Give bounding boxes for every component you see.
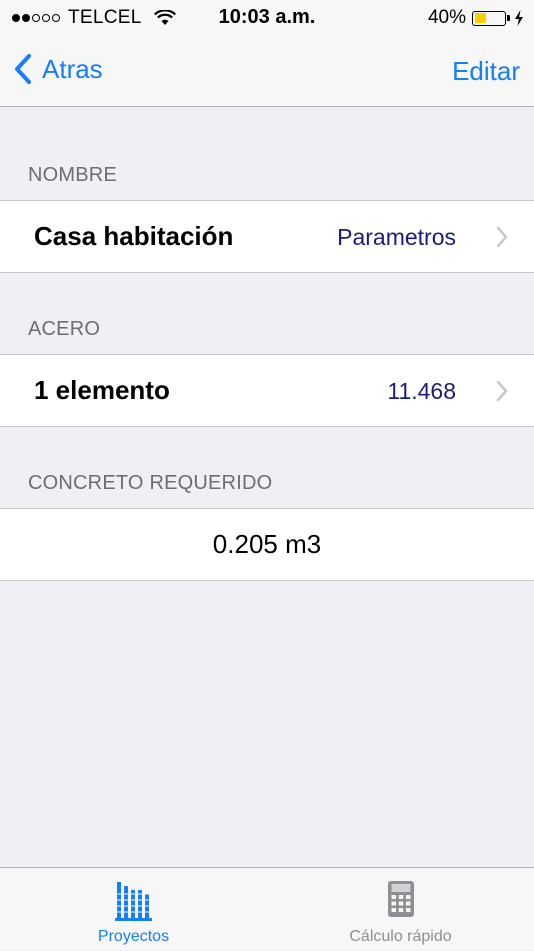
navigation-bar: Atras Editar [0, 38, 534, 107]
section-header-acero: ACERO [28, 318, 101, 340]
edit-button[interactable]: Editar [452, 56, 520, 87]
chevron-left-icon [15, 54, 31, 84]
battery-percent: 40% [427, 7, 466, 28]
section-header-nombre: NOMBRE [28, 164, 117, 186]
charging-bolt-icon [515, 10, 523, 26]
cell-detail: Parametros [337, 224, 456, 250]
battery-icon [472, 10, 510, 26]
back-button-label: Atras [42, 53, 103, 84]
building-icon [113, 882, 154, 921]
cell-detail: 11.468 [387, 378, 456, 404]
status-right: 40% [428, 7, 524, 29]
cell-title: Casa habitación [34, 221, 234, 251]
cell-nombre[interactable]: Casa habitación Parametros [0, 200, 534, 273]
back-button[interactable]: Atras [14, 53, 103, 85]
section-header-concreto: CONCRETO REQUERIDO [28, 472, 273, 494]
tab-proyectos[interactable]: Proyectos [0, 868, 267, 951]
tab-label: Proyectos [97, 928, 170, 945]
tab-bar: Proyectos Cálculo rápido [0, 867, 534, 950]
cell-title: 1 elemento [34, 375, 170, 405]
concreto-value: 0.205 m3 [212, 529, 322, 559]
chevron-right-icon [496, 226, 508, 248]
cell-concreto: 0.205 m3 [0, 508, 534, 581]
tab-label: Cálculo rápido [349, 928, 452, 945]
battery-fill [474, 13, 487, 23]
tab-calculo-rapido[interactable]: Cálculo rápido [267, 868, 534, 951]
cell-acero[interactable]: 1 elemento 11.468 [0, 354, 534, 427]
status-bar: TELCEL 10:03 a.m. 40% [0, 0, 534, 38]
chevron-right-icon [496, 380, 508, 402]
calculator-icon [387, 881, 414, 917]
